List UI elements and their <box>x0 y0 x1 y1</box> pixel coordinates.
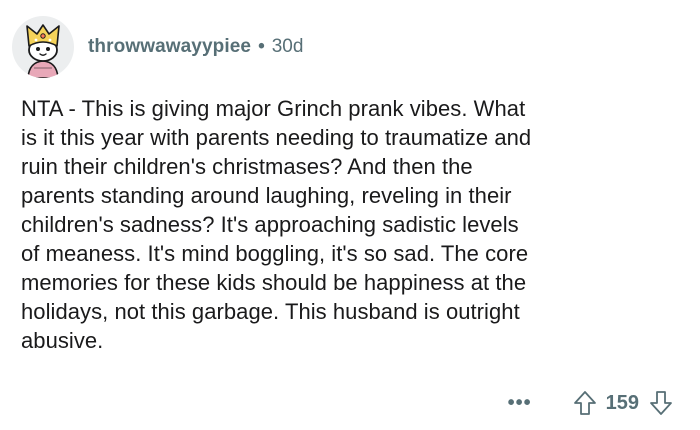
meta-separator: • <box>258 36 265 57</box>
comment-header: throwwawayypiee • 30d <box>12 16 303 78</box>
comment-actions: ••• 159 <box>508 386 674 420</box>
comment: throwwawayypiee • 30d NTA - This is givi… <box>0 0 700 430</box>
comment-meta: throwwawayypiee • 30d <box>88 36 303 58</box>
user-avatar[interactable] <box>12 16 74 78</box>
snoo-avatar-icon <box>26 24 60 78</box>
upvote-arrow-icon[interactable] <box>572 389 598 417</box>
comment-age: 30d <box>271 36 304 57</box>
more-options-button[interactable]: ••• <box>508 392 532 415</box>
vote-score: 159 <box>605 391 639 414</box>
comment-body: NTA - This is giving major Grinch prank … <box>21 96 532 353</box>
downvote-arrow-icon[interactable] <box>648 389 674 417</box>
username-link[interactable]: throwwawayypiee <box>88 36 251 58</box>
